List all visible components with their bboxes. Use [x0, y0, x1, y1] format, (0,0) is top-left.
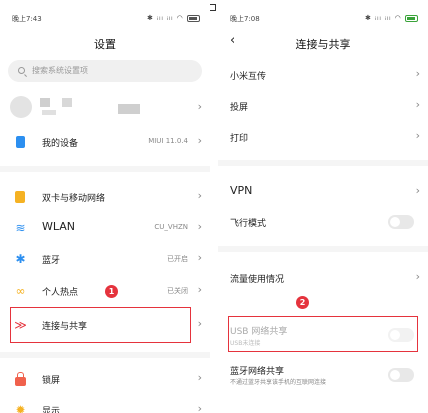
- status-icons: ✱ ᵢₗₗ ᵢₗₗ ◠: [365, 14, 418, 22]
- account-row[interactable]: ›: [10, 94, 202, 120]
- row-label: VPN: [230, 184, 253, 197]
- bluetooth-row[interactable]: ✱ 蓝牙 已开启 ›: [0, 244, 210, 276]
- device-icon: [16, 136, 25, 148]
- my-device-row[interactable]: 我的设备 MIUI 11.0.4 ›: [0, 127, 210, 159]
- section-divider: [218, 160, 428, 166]
- lock-screen-row[interactable]: 锁屏 ›: [0, 364, 210, 396]
- lock-icon: [15, 372, 26, 386]
- row-label: 流量使用情况: [230, 275, 285, 285]
- row-label: 打印: [230, 134, 249, 144]
- step-badge-2: 2: [296, 296, 309, 309]
- wlan-row[interactable]: ≋ WLAN CU_VHZN ›: [0, 213, 210, 245]
- status-time: 晚上7:08: [230, 15, 260, 23]
- chevron-right-icon: ›: [197, 189, 202, 202]
- chevron-right-icon: ›: [197, 402, 202, 413]
- mi-share-row[interactable]: 小米互传 ›: [218, 60, 428, 92]
- chevron-right-icon: ›: [197, 220, 202, 233]
- display-icon: ✹: [15, 403, 26, 413]
- data-usage-row[interactable]: 流量使用情况 ›: [218, 263, 428, 295]
- section-divider: [0, 352, 210, 358]
- chevron-right-icon: ›: [197, 283, 202, 296]
- row-value: CU_VHZN: [154, 223, 188, 231]
- battery-icon: [405, 14, 418, 22]
- blurred-name: [40, 98, 50, 107]
- row-label: 蓝牙网络共享: [230, 367, 285, 377]
- chevron-right-icon: ›: [197, 134, 202, 147]
- vpn-row[interactable]: VPN ›: [218, 177, 428, 209]
- sim-card-icon: [15, 191, 25, 203]
- wifi-icon: ≋: [15, 221, 26, 235]
- airplane-mode-toggle[interactable]: [388, 215, 414, 229]
- battery-icon: [187, 14, 200, 22]
- signal-icons: ✱ ᵢₗₗ ᵢₗₗ ◠: [364, 14, 402, 22]
- status-bar: 晚上7:43 ✱ ᵢₗₗ ᵢₗₗ ◠: [12, 14, 200, 26]
- row-value: 已关闭: [167, 287, 188, 295]
- status-time: 晚上7:43: [12, 15, 42, 23]
- bluetooth-tethering-toggle[interactable]: [388, 368, 414, 382]
- search-placeholder: 搜索系统设置项: [32, 66, 88, 75]
- signal-icons: ✱ ᵢₗₗ ᵢₗₗ ◠: [146, 14, 184, 22]
- row-label: WLAN: [42, 220, 76, 233]
- page-title: 连接与共享: [295, 38, 351, 51]
- status-bar: 晚上7:08 ✱ ᵢₗₗ ᵢₗₗ ◠: [230, 14, 418, 26]
- window-divider-marker: [209, 4, 216, 11]
- row-label: 锁屏: [42, 376, 61, 386]
- search-input[interactable]: 搜索系统设置项: [8, 60, 202, 82]
- chevron-right-icon: ›: [415, 270, 420, 283]
- row-label: 双卡与移动网络: [42, 194, 106, 204]
- row-label: 蓝牙: [42, 256, 61, 266]
- chevron-right-icon: ›: [197, 371, 202, 384]
- step-badge-1: 1: [105, 285, 118, 298]
- hotspot-icon: ∞: [15, 284, 26, 298]
- row-label: 显示: [42, 407, 61, 413]
- print-row[interactable]: 打印 ›: [218, 122, 428, 154]
- highlight-box: [10, 307, 191, 343]
- chevron-right-icon: ›: [197, 251, 202, 264]
- blurred-id: [42, 110, 56, 115]
- blurred-phone: [118, 104, 140, 114]
- settings-screen: 晚上7:43 ✱ ᵢₗₗ ᵢₗₗ ◠ 设置 搜索系统设置项 › 我的设备 MIU…: [0, 0, 210, 413]
- row-label: 我的设备: [42, 139, 79, 149]
- chevron-right-icon: ›: [197, 100, 202, 113]
- chevron-right-icon: ›: [415, 184, 420, 197]
- row-label: 飞行模式: [230, 219, 267, 229]
- section-divider: [218, 246, 428, 252]
- sim-network-row[interactable]: 双卡与移动网络 ›: [0, 182, 210, 214]
- highlight-box: [228, 316, 418, 352]
- row-subtitle: 不通过蓝牙共享该手机的互联网连接: [230, 379, 327, 386]
- page-title: 设置: [94, 38, 116, 51]
- row-label: 投屏: [230, 103, 249, 113]
- airplane-mode-row[interactable]: 飞行模式: [218, 207, 428, 239]
- row-label: 个人热点: [42, 288, 79, 298]
- blurred-name: [62, 98, 72, 107]
- chevron-right-icon: ›: [415, 129, 420, 142]
- bluetooth-icon: ✱: [15, 252, 26, 266]
- row-value: 已开启: [167, 255, 188, 263]
- section-divider: [0, 166, 210, 172]
- status-icons: ✱ ᵢₗₗ ᵢₗₗ ◠: [147, 14, 200, 22]
- avatar: [10, 96, 32, 118]
- search-icon: [18, 67, 25, 74]
- bluetooth-tethering-row[interactable]: 蓝牙网络共享 不通过蓝牙共享该手机的互联网连接: [218, 360, 428, 394]
- connection-sharing-screen: 晚上7:08 ✱ ᵢₗₗ ᵢₗₗ ◠ ‹ 连接与共享 小米互传 › 投屏 › 打…: [218, 0, 428, 413]
- row-label: 小米互传: [230, 72, 267, 82]
- chevron-right-icon: ›: [197, 317, 202, 330]
- display-row[interactable]: ✹ 显示 ›: [0, 395, 210, 413]
- cast-row[interactable]: 投屏 ›: [218, 91, 428, 123]
- chevron-right-icon: ›: [415, 67, 420, 80]
- chevron-right-icon: ›: [415, 98, 420, 111]
- row-value: MIUI 11.0.4: [148, 137, 188, 145]
